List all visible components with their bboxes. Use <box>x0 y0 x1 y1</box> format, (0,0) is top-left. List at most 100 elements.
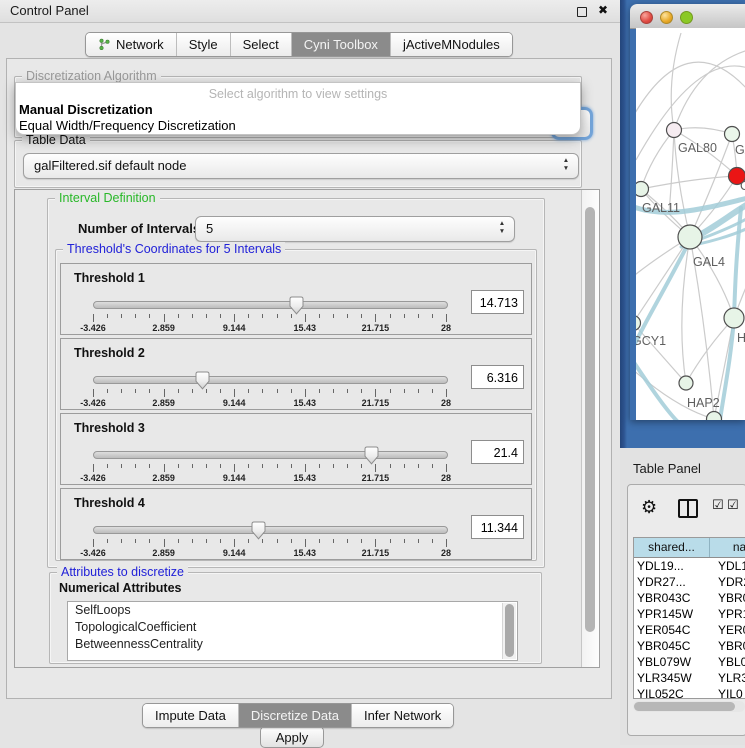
table-column-header-shared[interactable]: shared... <box>634 538 710 557</box>
bottom-tab-impute-data[interactable]: Impute Data <box>143 704 238 727</box>
slider-handle-icon[interactable] <box>289 296 304 315</box>
bottom-tab-discretize-data[interactable]: Discretize Data <box>238 704 351 727</box>
network-node-hap2[interactable] <box>679 376 693 390</box>
vertical-scrollbar[interactable] <box>581 190 599 667</box>
network-canvas[interactable]: GAL80GAL11GAL4HGCY1HAP2GAC <box>636 28 745 420</box>
tab-network[interactable]: Network <box>86 33 176 56</box>
network-edge[interactable] <box>636 62 745 120</box>
network-edge[interactable] <box>674 128 732 134</box>
network-node-gcy1[interactable] <box>636 316 641 331</box>
table-cell[interactable]: YBR043C <box>634 590 710 606</box>
float-icon[interactable] <box>577 7 587 17</box>
close-traffic-light-icon[interactable] <box>640 11 653 24</box>
attributes-list-scrollbar[interactable] <box>502 603 516 659</box>
threshold-value-field[interactable]: 14.713 <box>471 290 524 314</box>
attribute-list-item[interactable]: SelfLoops <box>68 602 517 619</box>
network-edge[interactable] <box>682 237 690 383</box>
threshold-slider[interactable]: -3.4262.8599.14415.4321.71528 <box>93 447 446 481</box>
attribute-list-item[interactable]: TopologicalCoefficient <box>68 619 517 636</box>
vertical-scrollbar-thumb[interactable] <box>585 207 595 632</box>
slider-track[interactable] <box>93 301 448 309</box>
network-node-h[interactable] <box>724 308 744 328</box>
close-icon[interactable]: ✖ <box>598 3 608 17</box>
network-edge[interactable] <box>636 368 714 419</box>
table-cell[interactable]: YBL0 <box>710 654 745 670</box>
table-row[interactable]: YER054CYER0 <box>634 622 745 638</box>
table-cell[interactable]: YDL19... <box>634 558 710 574</box>
threshold-slider[interactable]: -3.4262.8599.14415.4321.71528 <box>93 372 446 406</box>
slider-handle-icon[interactable] <box>251 521 266 540</box>
network-node[interactable] <box>725 127 740 142</box>
table-header-row[interactable]: shared...na <box>634 538 745 558</box>
network-edge-highlighted[interactable] <box>720 318 734 420</box>
table-cell[interactable]: YPR145W <box>634 606 710 622</box>
threshold-slider[interactable]: -3.4262.8599.14415.4321.71528 <box>93 297 446 331</box>
checkbox-icon[interactable]: ☑ <box>712 498 724 513</box>
network-edge[interactable] <box>641 130 674 189</box>
table-cell[interactable]: YIL0 <box>710 686 745 699</box>
table-cell[interactable]: YDR27... <box>634 574 710 590</box>
spinner-arrows-icon <box>561 157 571 173</box>
top-tab-bar: NetworkStyleSelectCyni ToolboxjActiveMNo… <box>85 32 513 57</box>
table-row[interactable]: YPR145WYPR1 <box>634 606 745 622</box>
tab-style[interactable]: Style <box>176 33 230 56</box>
dropdown-option-equal-width-frequency-discretization[interactable]: Equal Width/Frequency Discretization <box>16 118 580 134</box>
split-view-icon[interactable] <box>678 499 698 518</box>
slider-handle-icon[interactable] <box>364 446 379 465</box>
table-cell[interactable]: YBR045C <box>634 638 710 654</box>
table-row[interactable]: YBR045CYBR0 <box>634 638 745 654</box>
table-cell[interactable]: YER054C <box>634 622 710 638</box>
slider-tick-labels: -3.4262.8599.14415.4321.71528 <box>93 398 446 408</box>
num-intervals-combobox[interactable]: 5 <box>195 216 515 242</box>
table-row[interactable]: YBR043CYBR0 <box>634 590 745 606</box>
network-window-titlebar[interactable] <box>630 4 745 29</box>
dropdown-prompt: Select algorithm to view settings <box>16 83 580 102</box>
minimize-traffic-light-icon[interactable] <box>660 11 673 24</box>
node-table[interactable]: shared...na YDL19...YDL1YDR27...YDR2YBR0… <box>633 537 745 699</box>
threshold-value-field[interactable]: 21.4 <box>471 440 524 464</box>
table-cell[interactable]: YER0 <box>710 622 745 638</box>
network-edge[interactable] <box>674 50 745 130</box>
table-row[interactable]: YDL19...YDL1 <box>634 558 745 574</box>
table-cell[interactable]: YLR3 <box>710 670 745 686</box>
gear-icon[interactable]: ⚙ <box>641 497 657 518</box>
checkbox-icon[interactable]: ☑ <box>727 498 739 513</box>
table-cell[interactable]: YDL1 <box>710 558 745 574</box>
table-cell[interactable]: YDR2 <box>710 574 745 590</box>
table-column-header-na[interactable]: na <box>710 538 745 557</box>
table-row[interactable]: YBL079WYBL0 <box>634 654 745 670</box>
slider-track[interactable] <box>93 451 448 459</box>
slider-handle-icon[interactable] <box>195 371 210 390</box>
network-node-gal4[interactable] <box>678 225 702 249</box>
tab-jactivemnodules[interactable]: jActiveMNodules <box>390 33 512 56</box>
tab-select[interactable]: Select <box>230 33 291 56</box>
network-icon <box>98 38 111 51</box>
tab-cyni-toolbox[interactable]: Cyni Toolbox <box>291 33 390 56</box>
table-cell[interactable]: YLR345W <box>634 670 710 686</box>
table-cell[interactable]: YBR0 <box>710 638 745 654</box>
table-cell[interactable]: YBL079W <box>634 654 710 670</box>
table-row[interactable]: YLR345WYLR3 <box>634 670 745 686</box>
attribute-list-item[interactable]: BetweennessCentrality <box>68 636 517 653</box>
bottom-tab-infer-network[interactable]: Infer Network <box>351 704 453 727</box>
network-node-gal11[interactable] <box>636 182 649 197</box>
table-data-combobox[interactable]: galFiltered.sif default node <box>23 153 579 179</box>
threshold-value-field[interactable]: 6.316 <box>471 365 524 389</box>
table-row[interactable]: YIL052CYIL0 <box>634 686 745 699</box>
numerical-attributes-list[interactable]: SelfLoopsTopologicalCoefficientBetweenne… <box>67 601 518 661</box>
threshold-slider[interactable]: -3.4262.8599.14415.4321.71528 <box>93 522 446 556</box>
horizontal-scrollbar-thumb[interactable] <box>634 702 735 711</box>
network-edge[interactable] <box>641 176 737 189</box>
network-node-gal80[interactable] <box>667 123 682 138</box>
network-node-label: GAL11 <box>642 201 680 215</box>
horizontal-scrollbar[interactable] <box>633 701 745 712</box>
table-cell[interactable]: YBR0 <box>710 590 745 606</box>
table-row[interactable]: YDR27...YDR2 <box>634 574 745 590</box>
zoom-traffic-light-icon[interactable] <box>680 11 693 24</box>
threshold-value-field[interactable]: 11.344 <box>471 515 524 539</box>
slider-track[interactable] <box>93 526 448 534</box>
table-cell[interactable]: YIL052C <box>634 686 710 699</box>
table-cell[interactable]: YPR1 <box>710 606 745 622</box>
slider-track[interactable] <box>93 376 448 384</box>
dropdown-option-manual-discretization[interactable]: Manual Discretization <box>16 102 580 118</box>
